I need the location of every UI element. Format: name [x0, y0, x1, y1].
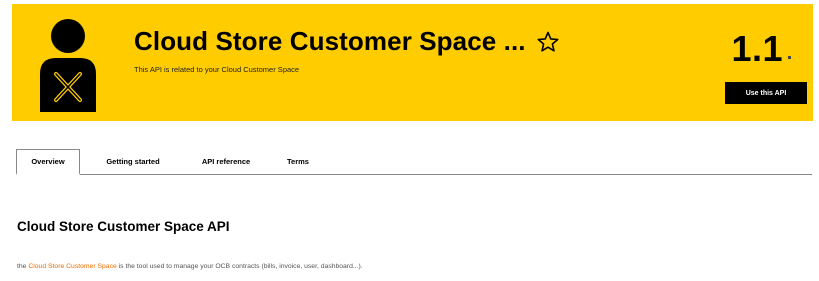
- description-text: the Cloud Store Customer Space is the to…: [17, 263, 363, 270]
- api-header-banner: Cloud Store Customer Space ... This API …: [12, 4, 813, 121]
- api-subtitle: This API is related to your Cloud Custom…: [134, 65, 300, 74]
- version-number: 1.1: [731, 28, 783, 69]
- tab-overview[interactable]: Overview: [16, 149, 80, 175]
- tab-getting-started[interactable]: Getting started: [90, 149, 176, 173]
- description-prefix: the: [17, 263, 27, 270]
- developer-avatar-icon: [40, 19, 96, 112]
- description-suffix: is the tool used to manage your OCB cont…: [118, 263, 363, 270]
- use-this-api-button[interactable]: Use this API: [725, 82, 807, 104]
- section-title: Cloud Store Customer Space API: [17, 219, 230, 234]
- tab-api-reference[interactable]: API reference: [186, 149, 266, 173]
- title-row: Cloud Store Customer Space ...: [134, 26, 560, 57]
- cloud-store-link[interactable]: Cloud Store Customer Space: [28, 263, 116, 270]
- star-icon[interactable]: [536, 30, 560, 54]
- tab-bar: Overview Getting started API reference T…: [16, 149, 812, 175]
- tab-terms[interactable]: Terms: [278, 149, 318, 173]
- version-dot: [788, 56, 791, 59]
- api-title: Cloud Store Customer Space ...: [134, 26, 526, 56]
